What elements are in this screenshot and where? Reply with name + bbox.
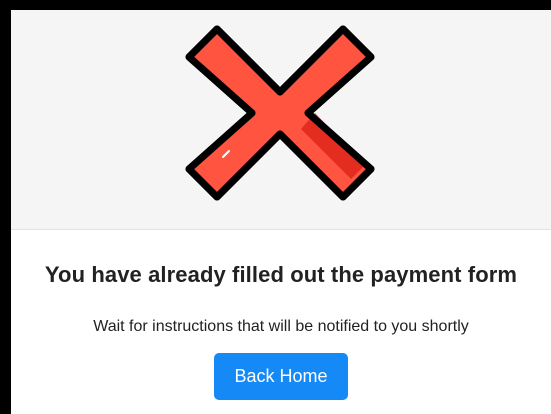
- status-message: Wait for instructions that will be notif…: [93, 318, 469, 335]
- payment-status-card: You have already filled out the payment …: [11, 10, 551, 414]
- status-heading: You have already filled out the payment …: [44, 262, 518, 287]
- x-mark-icon: [185, 25, 375, 201]
- back-home-button[interactable]: Back Home: [214, 353, 348, 400]
- status-illustration-area: [11, 10, 551, 230]
